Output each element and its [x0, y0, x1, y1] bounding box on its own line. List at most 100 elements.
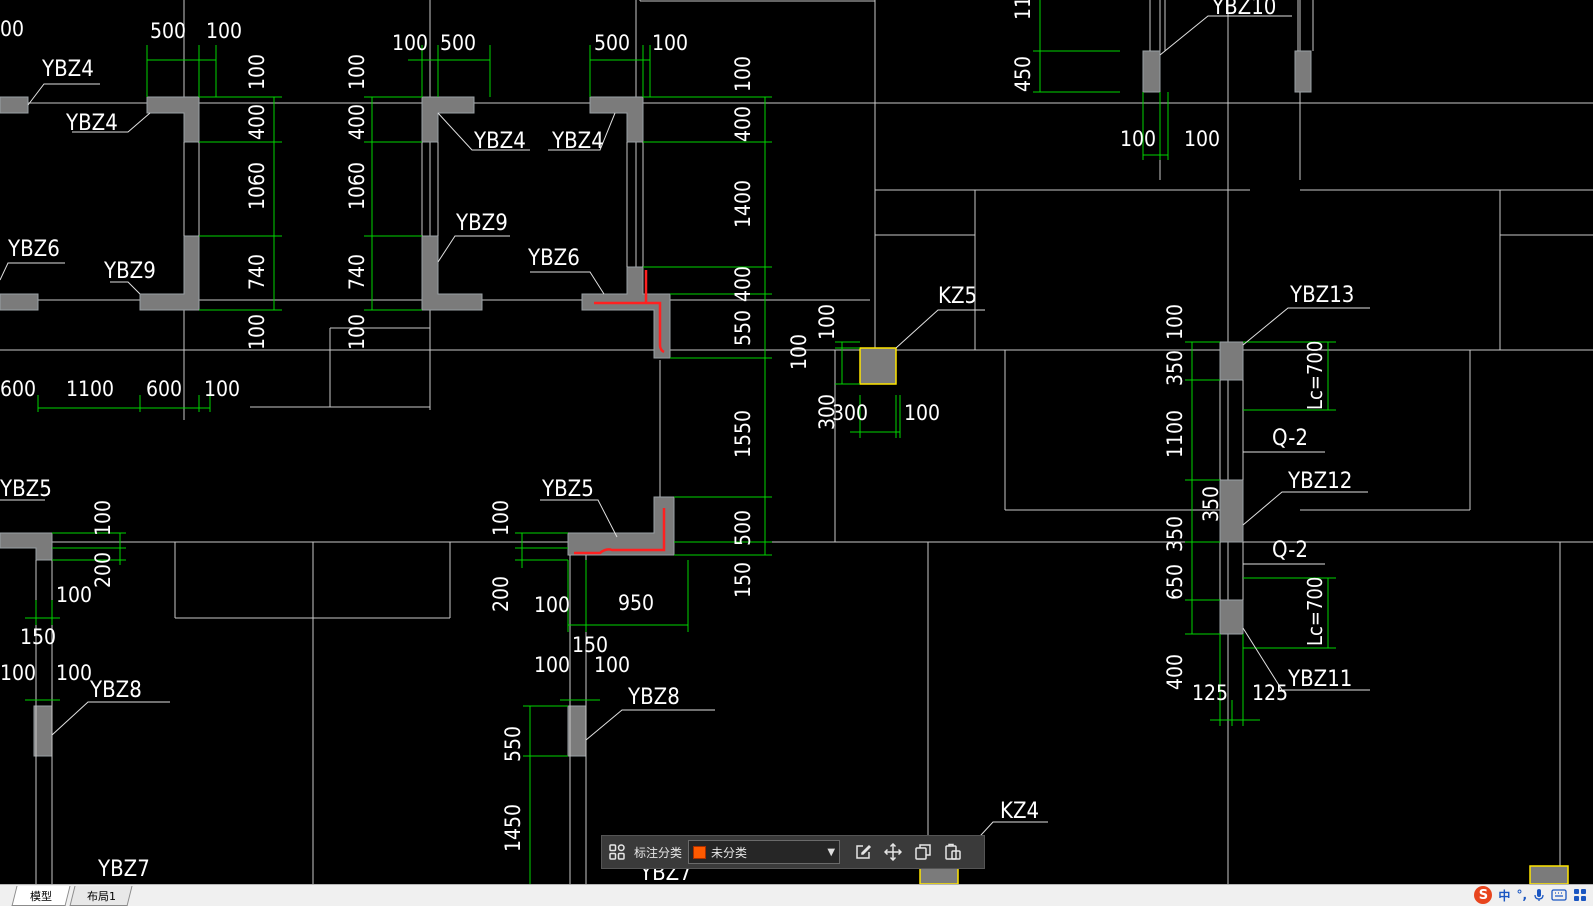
dim-h-150-l: 150: [20, 625, 56, 649]
move-icon: [884, 843, 903, 861]
tab-model[interactable]: 模型: [11, 886, 71, 906]
label-lc-b: Lc=700: [1303, 577, 1327, 646]
label-ybz12: YBZ12: [1287, 469, 1352, 494]
dim-v-100-l: 100: [91, 500, 115, 536]
paste-icon: [945, 843, 961, 860]
dim-top-500-b: 500: [440, 31, 476, 55]
dim-h-100-y1: 100: [1120, 127, 1156, 151]
dim-v-1100-w: 1100: [1163, 410, 1187, 458]
layout-grid-button[interactable]: [602, 837, 632, 867]
ybz12-block: [1219, 479, 1244, 543]
kz-columns[interactable]: [859, 347, 1569, 884]
label-ybz11: YBZ11: [1287, 667, 1352, 692]
dim-h-600-a: 600: [0, 377, 36, 401]
dim-h-100-m3: 100: [594, 653, 630, 677]
label-ybz9-a: YBZ9: [103, 259, 156, 284]
copy-annotation-button[interactable]: [908, 837, 938, 867]
dim-h-100-l: 100: [56, 583, 92, 607]
dim-v-100-m: 100: [489, 500, 513, 536]
structure-lines: [0, 0, 1593, 884]
dim-v-1400: 1400: [731, 180, 755, 228]
selected-rebar-highlight[interactable]: [574, 270, 666, 555]
dim-v-1060-b: 1060: [345, 162, 369, 210]
ybz5-block: [567, 496, 675, 556]
dim-v-200-m: 200: [489, 576, 513, 612]
label-lc-a: Lc=700: [1303, 341, 1327, 410]
ybz4-block-c: [421, 96, 475, 143]
dim-h-100-l2: 100: [0, 661, 36, 685]
edit-annotation-button[interactable]: [848, 837, 878, 867]
ybz5-block-left: [0, 532, 53, 561]
dim-v-740-b: 740: [345, 254, 369, 290]
kz-column-right: [1529, 865, 1569, 884]
dim-v-450: 450: [1011, 56, 1035, 92]
copy-icon: [915, 844, 931, 860]
ybz11-block: [1219, 599, 1244, 635]
dim-v-350-c: 350: [1163, 516, 1187, 552]
apps-grid-icon[interactable]: [1573, 888, 1587, 902]
dim-h-125-b: 125: [1252, 681, 1288, 705]
dim-v-100-e: 100: [731, 56, 755, 92]
dim-v-100-a: 100: [245, 54, 269, 90]
ybz8-block-b: [567, 705, 587, 757]
tab-layout1[interactable]: 布局1: [69, 886, 133, 906]
ybz9-block-b: [421, 235, 483, 311]
category-value: 未分类: [711, 845, 748, 860]
label-kz5: KZ5: [938, 284, 977, 309]
ybz10-block-b: [1294, 50, 1312, 93]
dim-h-125-a: 125: [1192, 681, 1228, 705]
label-ybz9-b: YBZ9: [455, 211, 508, 236]
dim-v-100-k: 100: [787, 334, 811, 370]
sogou-ime-icon[interactable]: S: [1474, 886, 1493, 904]
dim-v-550: 550: [731, 310, 755, 346]
kz5-column: [859, 347, 897, 385]
category-color-swatch: [693, 845, 707, 859]
dim-v-400-w: 400: [1163, 654, 1187, 690]
label-kz4: KZ4: [1000, 799, 1039, 824]
move-annotation-button[interactable]: [878, 837, 908, 867]
label-q2-b: Q-2: [1272, 538, 1308, 563]
dim-v-100-d: 100: [345, 314, 369, 350]
label-ybz6-a: YBZ6: [7, 237, 60, 262]
label-ybz5-a: YBZ5: [0, 477, 52, 502]
dim-v-1450: 1450: [501, 804, 525, 852]
label-ybz4-b: YBZ4: [65, 111, 118, 136]
dim-h-950: 950: [618, 591, 654, 615]
dim-v-350-b: 350: [1199, 486, 1223, 522]
ime-punctuation-toggle[interactable]: °,: [1516, 888, 1527, 902]
microphone-icon[interactable]: [1533, 888, 1545, 902]
dim-v-550-m: 550: [501, 726, 525, 762]
label-ybz4-a: YBZ4: [41, 57, 94, 82]
dim-top-500-a: 500: [150, 19, 186, 43]
dim-h-100-l3: 100: [56, 661, 92, 685]
cad-drawing-canvas[interactable]: YBZ4 YBZ4 YBZ4 YBZ4 YBZ6 YBZ9 YBZ9 YBZ6 …: [0, 0, 1593, 884]
chevron-down-icon: ▼: [827, 846, 836, 858]
tab-layout1-label: 布局1: [86, 889, 116, 903]
dim-top-100-b: 100: [392, 31, 428, 55]
dim-v-400-c: 400: [731, 106, 755, 142]
dim-top-00: 00: [0, 17, 24, 41]
ime-language-toggle[interactable]: 中: [1498, 887, 1510, 904]
ybz8-block-a: [33, 705, 53, 757]
dim-v-200-l: 200: [91, 552, 115, 588]
dim-h-100-y2: 100: [1184, 127, 1220, 151]
ybz13-block: [1219, 341, 1244, 381]
keyboard-icon[interactable]: [1551, 889, 1567, 901]
ybz4-block-b: [146, 96, 200, 143]
dim-v-650: 650: [1163, 564, 1187, 600]
dim-v-350-a: 350: [1163, 350, 1187, 386]
ime-tray: S 中 °,: [1474, 884, 1587, 906]
layout-tab-bar: 模型 布局1: [0, 884, 1593, 906]
label-ybz6-b: YBZ6: [527, 246, 580, 271]
annotation-toolbar: 标注分类 未分类 ▼: [601, 835, 985, 869]
ybz6-block-left: [0, 293, 39, 311]
dim-h-1100: 1100: [66, 377, 114, 401]
paste-annotation-button[interactable]: [938, 837, 968, 867]
annotation-category-select[interactable]: 未分类 ▼: [688, 840, 841, 864]
dim-h-100-m: 100: [534, 593, 570, 617]
dim-top-100-c: 100: [652, 31, 688, 55]
label-ybz8-b: YBZ8: [627, 685, 680, 710]
label-ybz10: YBZ10: [1211, 0, 1276, 20]
dim-h-300: 300: [832, 401, 868, 425]
label-q2-a: Q-2: [1272, 426, 1308, 451]
